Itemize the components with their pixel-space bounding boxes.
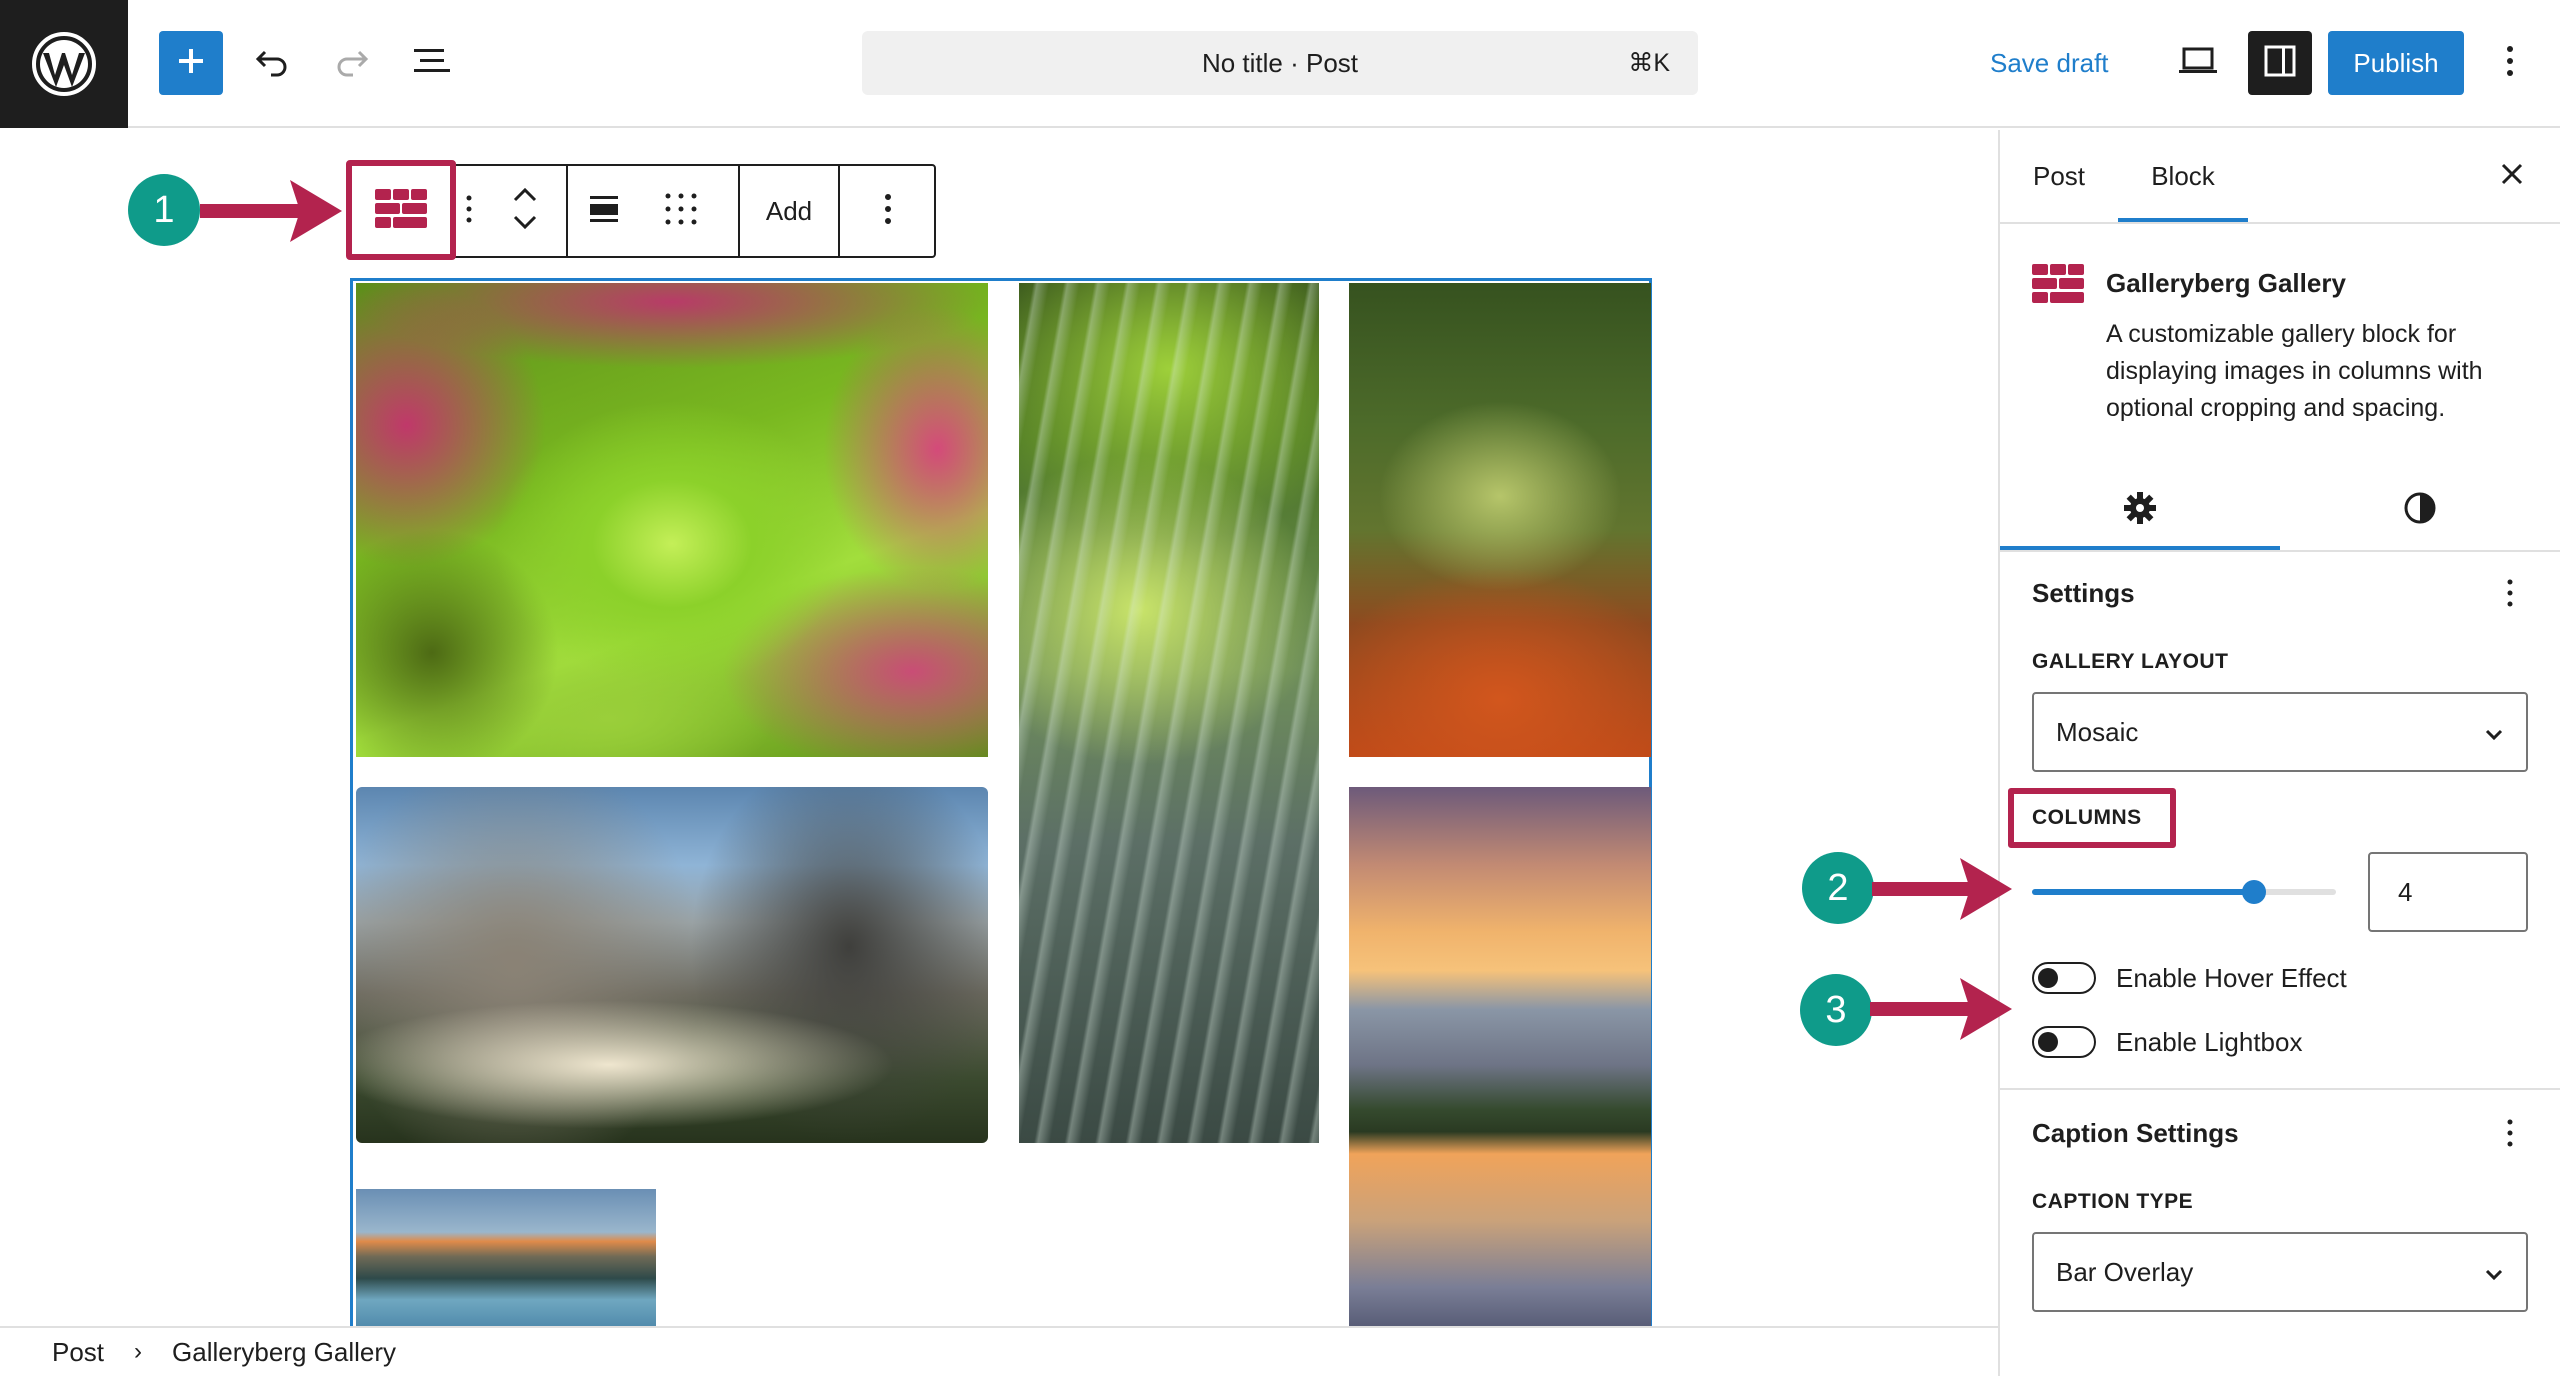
move-down-button[interactable] (513, 215, 537, 234)
layout-button[interactable] (640, 166, 722, 256)
save-draft-button[interactable]: Save draft (1990, 31, 2109, 95)
redo-button[interactable] (320, 31, 384, 95)
caption-settings-panel-title[interactable]: Caption Settings (2032, 1118, 2239, 1149)
drag-handle[interactable] (454, 166, 484, 256)
contrast-icon (2403, 491, 2437, 530)
gallery-layout-value: Mosaic (2056, 716, 2139, 747)
annotation-badge-1: 1 (128, 174, 200, 246)
gallery-layout-label: GALLERY LAYOUT (2032, 650, 2229, 673)
align-none-icon (589, 194, 619, 229)
panel-divider (2000, 1088, 2560, 1090)
block-description: A customizable gallery block for display… (2106, 320, 2483, 422)
columns-slider[interactable] (2032, 880, 2336, 904)
tab-styles[interactable] (2280, 470, 2560, 550)
sidebar-icon (2263, 44, 2297, 83)
gallery-image-forest-sunrays[interactable] (1019, 283, 1319, 1143)
hover-effect-toggle-row[interactable]: Enable Hover Effect (2032, 958, 2347, 998)
gear-icon (2123, 491, 2157, 530)
block-mover (484, 166, 566, 256)
annotation-badge-2: 2 (1802, 852, 1874, 924)
caption-type-label: CAPTION TYPE (2032, 1190, 2194, 1213)
redo-icon (335, 44, 369, 83)
tab-block[interactable]: Block (2118, 130, 2248, 222)
annotation-arrow-2 (1872, 858, 2012, 920)
active-tab-indicator (2000, 546, 2280, 550)
close-sidebar-button[interactable] (2480, 144, 2544, 208)
inspector-tabs (2000, 470, 2560, 552)
chevron-down-icon (2484, 720, 2504, 751)
annotation-arrow-1 (200, 180, 342, 242)
document-title: No title · Post (1201, 47, 1359, 78)
hover-effect-label: Enable Hover Effect (2116, 962, 2347, 993)
block-breadcrumb: Post › Galleryberg Gallery (0, 1326, 2000, 1376)
hover-effect-toggle[interactable] (2032, 962, 2096, 994)
shortcut-hint: ⌘K (1628, 49, 1670, 77)
gallery-image-alpine-lake-reflection[interactable] (356, 1189, 656, 1326)
block-icon-highlight-box (346, 160, 456, 260)
drag-handle-icon (465, 194, 473, 229)
editor-canvas: Add (0, 130, 1998, 1326)
gallery-image-mountain-lake-sunset[interactable] (1349, 787, 1651, 1326)
publish-button[interactable]: Publish (2328, 31, 2464, 95)
more-vertical-icon (2505, 44, 2515, 83)
sidebar-tabs: Post Block (2000, 130, 2560, 224)
undo-icon (255, 44, 289, 83)
block-inserter-button[interactable] (159, 31, 223, 95)
align-button[interactable] (568, 166, 640, 256)
undo-button[interactable] (240, 31, 304, 95)
block-title: Galleryberg Gallery (2106, 268, 2346, 298)
caption-panel-options[interactable] (2490, 1110, 2530, 1160)
breadcrumb-item-gallery[interactable]: Galleryberg Gallery (172, 1337, 396, 1368)
annotation-badge-3: 3 (1800, 974, 1872, 1046)
gallery-image-flowering-branch[interactable] (356, 283, 988, 757)
laptop-icon (2178, 46, 2218, 81)
columns-slider-thumb[interactable] (2241, 880, 2266, 904)
list-view-icon (412, 46, 452, 81)
lightbox-toggle[interactable] (2032, 1026, 2096, 1058)
lightbox-toggle-row[interactable]: Enable Lightbox (2032, 1022, 2302, 1062)
plus-icon (176, 46, 206, 81)
lightbox-label: Enable Lightbox (2116, 1026, 2303, 1057)
editor-header: No title · Post ⌘K Save draft Publish (0, 0, 2560, 128)
wordpress-logo-icon[interactable] (0, 0, 128, 128)
galleryberg-gallery-block[interactable] (350, 278, 1652, 1326)
command-palette-bar[interactable]: No title · Post ⌘K (862, 31, 1698, 95)
move-up-button[interactable] (513, 187, 537, 207)
gallery-block-icon (2032, 264, 2084, 309)
more-vertical-icon (883, 192, 893, 231)
tab-post[interactable]: Post (2000, 130, 2118, 222)
columns-highlight-box (2008, 788, 2176, 848)
gallery-layout-select[interactable]: Mosaic (2032, 692, 2528, 772)
gallery-image-autumn-forest-path[interactable] (1349, 283, 1651, 757)
settings-panel-options[interactable] (2490, 570, 2530, 620)
caption-type-select[interactable]: Bar Overlay (2032, 1232, 2528, 1312)
toggle-knob (2038, 1032, 2058, 1052)
breadcrumb-separator: › (134, 1338, 143, 1365)
active-tab-indicator (2118, 218, 2248, 222)
columns-number-input[interactable]: 4 (2368, 852, 2528, 932)
options-menu-button[interactable] (2478, 31, 2542, 95)
columns-slider-fill (2032, 889, 2254, 895)
tab-settings[interactable] (2000, 470, 2280, 550)
settings-sidebar-toggle[interactable] (2248, 31, 2312, 95)
document-overview-button[interactable] (400, 31, 464, 95)
close-icon (2500, 162, 2524, 191)
annotation-arrow-3 (1870, 978, 2012, 1040)
more-vertical-icon (2506, 1118, 2514, 1153)
caption-type-value: Bar Overlay (2056, 1256, 2194, 1287)
add-images-button[interactable]: Add (740, 166, 838, 256)
gallery-image-mountain-valley-fog[interactable] (356, 787, 988, 1143)
toggle-knob (2038, 968, 2058, 988)
block-options-button[interactable] (840, 166, 936, 256)
settings-sidebar: Post Block Galleryberg Gallery A customi… (1998, 130, 2560, 1376)
breadcrumb-item-post[interactable]: Post (52, 1337, 104, 1368)
grid-dots-icon (664, 192, 698, 231)
chevron-down-icon (2484, 1260, 2504, 1291)
more-vertical-icon (2506, 578, 2514, 613)
settings-panel-title[interactable]: Settings (2032, 578, 2135, 609)
preview-button[interactable] (2166, 31, 2230, 95)
